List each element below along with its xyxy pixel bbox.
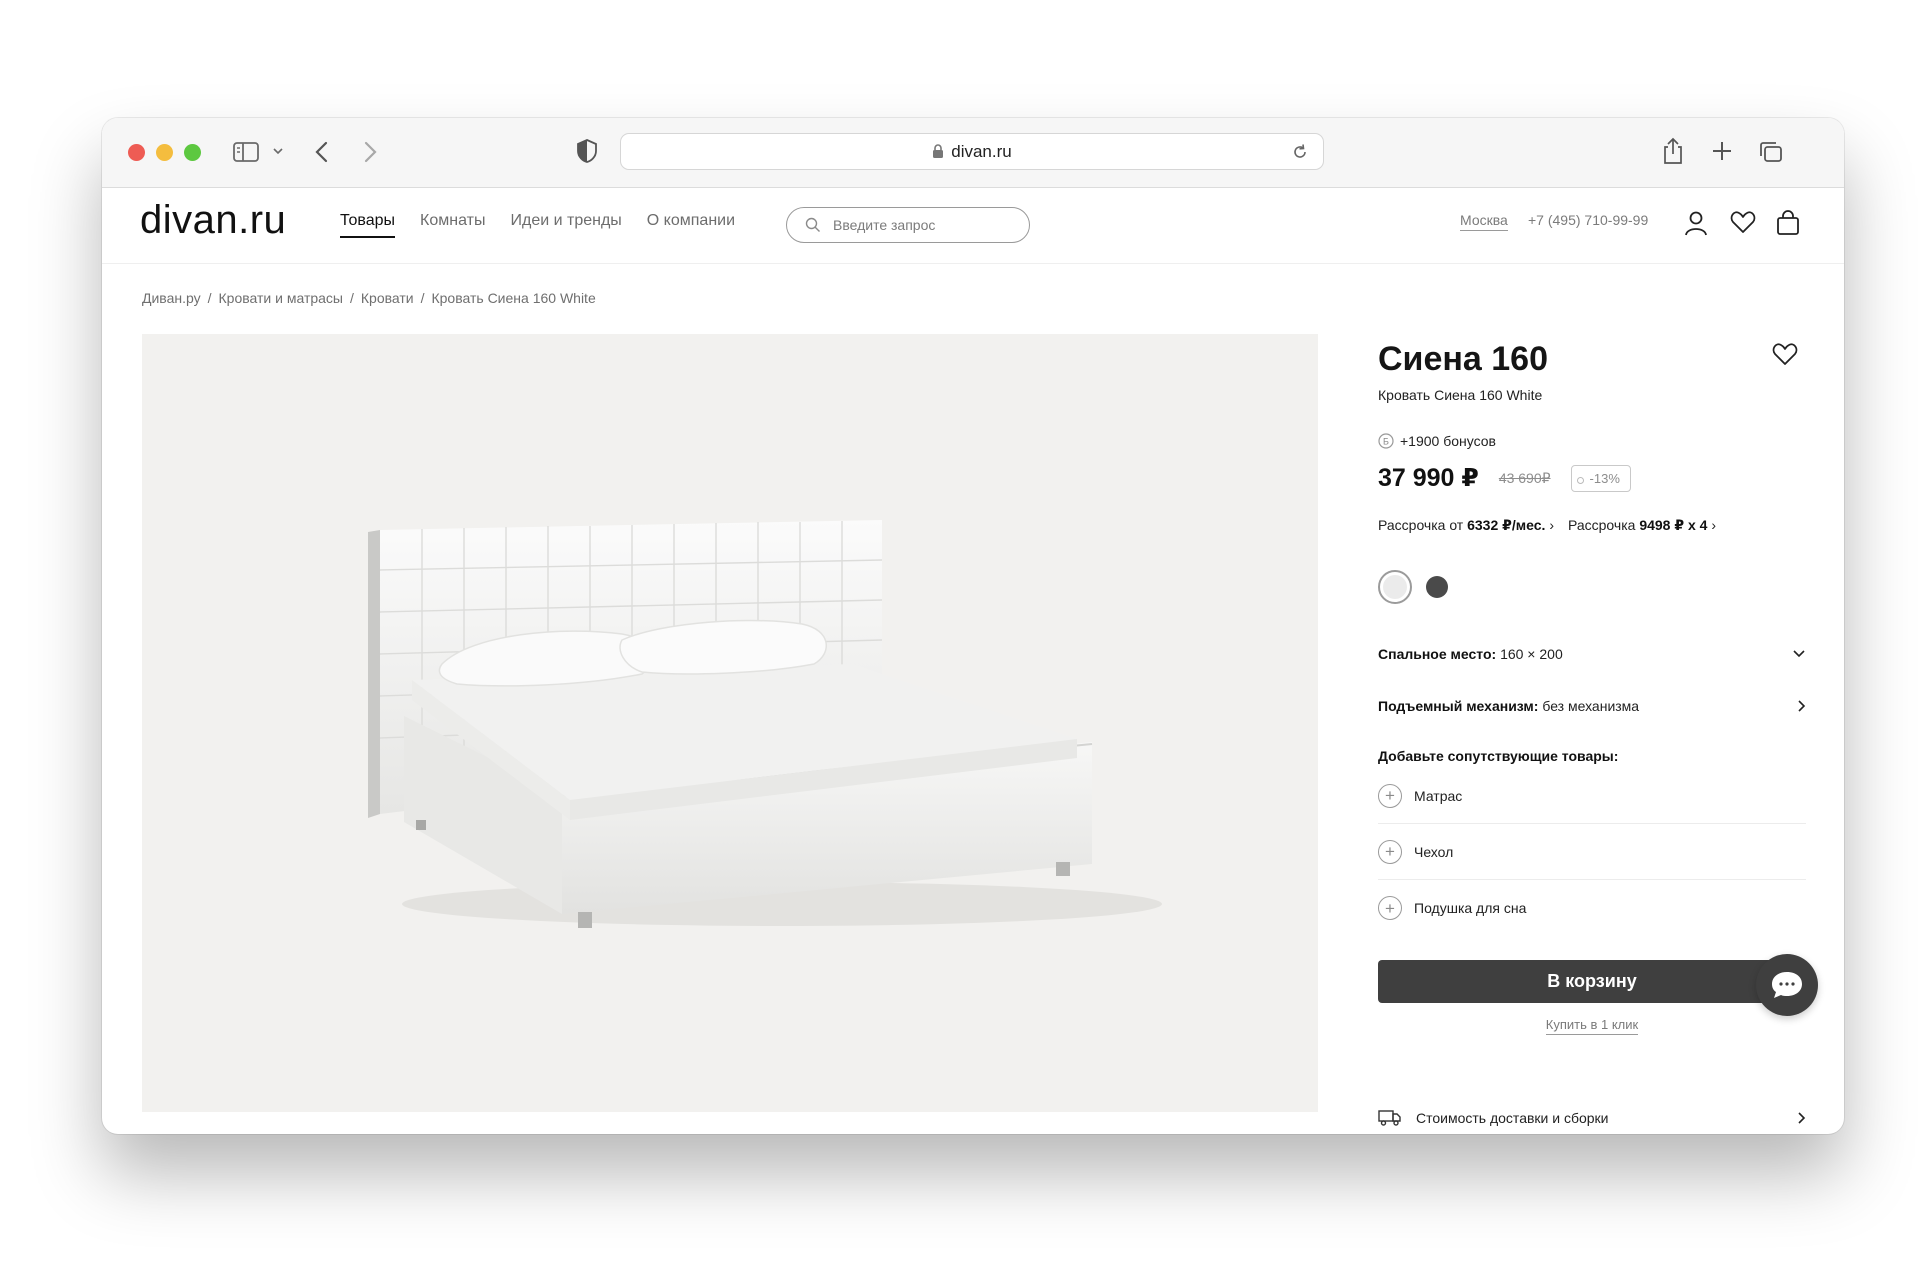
chevron-right-icon [1798, 700, 1806, 712]
truck-icon [1378, 1110, 1401, 1126]
delivery-cost-row[interactable]: Стоимость доставки и сборки [1378, 1109, 1806, 1127]
close-window-button[interactable] [128, 144, 145, 161]
product-image[interactable] [142, 334, 1318, 1112]
search-input[interactable]: Введите запрос [786, 207, 1030, 243]
plus-icon: + [1378, 783, 1402, 808]
product-title: Сиена 160 [1378, 340, 1548, 378]
bonus-info: Б +1900 бонусов [1378, 433, 1806, 449]
new-tab-icon[interactable] [1711, 140, 1733, 162]
buy-one-click-link[interactable]: Купить в 1 клик [1378, 1017, 1806, 1035]
tabs-overview-icon[interactable] [1758, 140, 1784, 164]
color-swatches [1378, 570, 1806, 604]
mechanism-value: без механизма [1542, 698, 1640, 714]
favorites-icon[interactable] [1730, 210, 1756, 239]
installment-monthly-value: 6332 ₽/мес. [1467, 517, 1546, 533]
chevron-right-icon [1798, 1112, 1806, 1124]
sleep-place-label: Спальное место: [1378, 646, 1497, 662]
browser-toolbar: divan.ru [102, 118, 1844, 188]
color-swatch-white[interactable] [1378, 570, 1412, 604]
installment-options: Рассрочка от 6332 ₽/мес. › Рассрочка 949… [1378, 517, 1806, 534]
cart-icon[interactable] [1776, 210, 1800, 241]
buy-one-click-label: Купить в 1 клик [1545, 1017, 1639, 1035]
nav-item-products[interactable]: Товары [340, 212, 396, 238]
current-price: 37 990 ₽ [1378, 464, 1479, 492]
addon-cover[interactable]: + Чехол [1378, 824, 1806, 880]
site-header: divan.ru Товары Комнаты Идеи и тренды О … [102, 188, 1844, 264]
breadcrumb-beds-mattresses[interactable]: Кровати и матрасы [219, 290, 343, 306]
search-placeholder: Введите запрос [833, 217, 936, 233]
color-swatch-dark[interactable] [1426, 576, 1448, 598]
discount-badge: -13% [1570, 464, 1631, 492]
phone-number[interactable]: +7 (495) 710-99-99 [1528, 212, 1648, 228]
product-info: Сиена 160 Кровать Сиена 160 White Б +190… [1378, 334, 1806, 1035]
plus-icon: + [1378, 896, 1402, 920]
plus-icon: + [1378, 839, 1402, 864]
addon-label: Подушка для сна [1414, 900, 1527, 916]
breadcrumb-current: Кровать Сиена 160 White [431, 290, 596, 306]
installment-split-value: 9498 ₽ x 4 [1639, 517, 1708, 533]
installment-monthly-label: Рассрочка от [1378, 517, 1464, 533]
site-logo[interactable]: divan.ru [140, 198, 286, 243]
svg-text:Б: Б [1383, 437, 1389, 447]
nav-item-ideas[interactable]: Идеи и тренды [510, 212, 621, 238]
bed-illustration [368, 520, 1162, 928]
addons-list: + Матрас + Чехол + Подушка для сна [1378, 768, 1806, 936]
chevron-right-icon: › [1549, 517, 1554, 533]
addon-label: Чехол [1414, 843, 1454, 860]
nav-item-rooms[interactable]: Комнаты [420, 212, 485, 238]
delivery-label: Стоимость доставки и сборки [1416, 1110, 1609, 1126]
addon-mattress[interactable]: + Матрас [1378, 768, 1806, 824]
breadcrumb: Диван.ру / Кровати и матрасы / Кровати /… [142, 290, 596, 306]
installment-split[interactable]: Рассрочка 9498 ₽ x 4 › [1568, 517, 1716, 534]
search-icon [805, 217, 820, 232]
breadcrumb-separator: / [420, 290, 425, 306]
account-icon[interactable] [1684, 210, 1708, 241]
chat-bubble-icon [1772, 972, 1802, 998]
breadcrumb-separator: / [349, 290, 354, 306]
bonus-text: +1900 бонусов [1400, 433, 1496, 449]
mechanism-label: Подъемный механизм: [1378, 698, 1539, 714]
zoom-window-button[interactable] [184, 144, 201, 161]
addon-label: Матрас [1414, 787, 1463, 804]
installment-monthly[interactable]: Рассрочка от 6332 ₽/мес. › [1378, 517, 1554, 534]
old-price: 43 690₽ [1498, 469, 1551, 486]
sleep-place-selector[interactable]: Спальное место: 160 × 200 [1378, 646, 1806, 662]
price-row: 37 990 ₽ 43 690₽ -13% [1378, 463, 1806, 493]
addon-pillow[interactable]: + Подушка для сна [1378, 880, 1806, 936]
nav-item-about[interactable]: О компании [647, 212, 735, 238]
breadcrumb-home[interactable]: Диван.ру [142, 290, 201, 306]
addons-heading: Добавьте сопутствующие товары: [1378, 748, 1806, 764]
city-selector[interactable]: Москва [1460, 212, 1508, 231]
bonus-coin-icon: Б [1378, 433, 1394, 449]
sleep-place-value: 160 × 200 [1500, 646, 1563, 662]
chevron-down-icon [1793, 650, 1805, 658]
address-bar[interactable]: divan.ru [620, 133, 1324, 170]
reload-icon[interactable] [1291, 143, 1309, 161]
breadcrumb-beds[interactable]: Кровати [361, 290, 414, 306]
product-subtitle: Кровать Сиена 160 White [1378, 387, 1543, 403]
share-icon[interactable] [1662, 137, 1684, 165]
privacy-shield-icon[interactable] [576, 138, 598, 164]
window-controls [128, 144, 201, 161]
minimize-window-button[interactable] [156, 144, 173, 161]
add-to-favorites-icon[interactable] [1772, 342, 1798, 371]
chat-button[interactable] [1756, 954, 1818, 1016]
installment-split-label: Рассрочка [1567, 517, 1636, 533]
main-nav: Товары Комнаты Идеи и тренды О компании [340, 212, 735, 238]
forward-icon[interactable] [360, 139, 380, 165]
sidebar-toggle-icon[interactable] [232, 140, 260, 164]
breadcrumb-separator: / [207, 290, 212, 306]
add-to-cart-button[interactable]: В корзину [1378, 960, 1806, 1003]
lock-icon [933, 144, 944, 158]
browser-window: divan.ru divan.ru Товары Комнаты Идеи и … [102, 118, 1844, 1134]
chevron-down-icon[interactable] [272, 145, 284, 157]
back-icon[interactable] [312, 139, 332, 165]
url-text: divan.ru [951, 141, 1012, 161]
addons-title: Добавьте сопутствующие товары: [1378, 748, 1619, 764]
lift-mechanism-selector[interactable]: Подъемный механизм: без механизма [1378, 698, 1806, 714]
chevron-right-icon: › [1711, 517, 1717, 533]
